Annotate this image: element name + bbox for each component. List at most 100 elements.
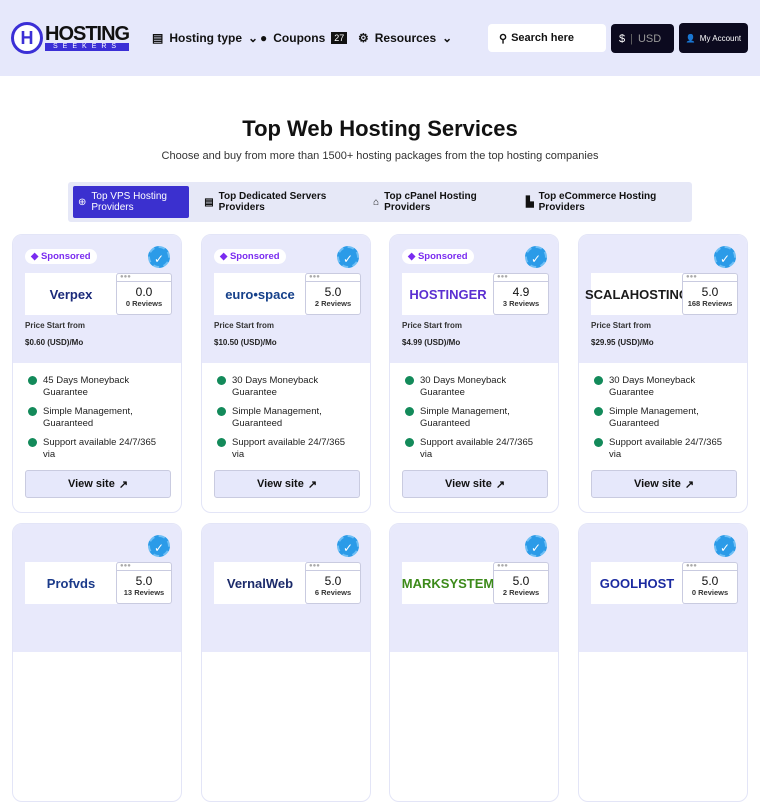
price-value: $0.60 (USD)/Mo [25,338,84,347]
external-link-icon: ↗ [118,478,129,491]
provider-logo[interactable]: Verpex [25,273,117,315]
window-dots-icon: ●●● [306,274,360,282]
feature-item: Support available 24/7/365 via [594,437,735,461]
rating-value: 5.0 [701,285,719,299]
provider-logo-text: GOOLHOST [599,575,675,591]
external-link-icon: ↗ [307,478,318,491]
feature-item: Simple Management, Guaranteed [594,406,735,430]
feature-item: Support available 24/7/365 via [405,437,546,461]
check-dot-icon [405,376,414,385]
review-count[interactable]: 0 Reviews [117,299,171,308]
rating-box: ●●● 5.0 0 Reviews [682,562,738,604]
rating-box: ●●● 5.0 6 Reviews [305,562,361,604]
feature-item: Simple Management, Guaranteed [217,406,358,430]
rating-value: 0.0 [135,285,153,299]
feature-text: Support available 24/7/365 via [232,437,346,460]
window-dots-icon: ●●● [683,274,737,282]
tab-label: Top eCommerce Hosting Providers [538,191,657,213]
provider-logo[interactable]: MARKSYSTEM [402,562,494,604]
review-count[interactable]: 3 Reviews [494,299,548,308]
check-dot-icon [28,407,37,416]
card-header: ✓ MARKSYSTEM ●●● 5.0 2 Reviews [390,524,558,652]
rating-box: ●●● 5.0 2 Reviews [493,562,549,604]
external-link-icon: ↗ [684,478,695,491]
sponsored-label: Sponsored [417,251,468,262]
price-label: Price Start from [402,321,463,330]
tab-label: Top VPS Hosting Providers [91,191,167,213]
provider-logo[interactable]: HOSTINGER [402,273,494,315]
verified-badge-icon: ✓ [337,535,359,557]
tab-label: Top Dedicated Servers Providers [218,191,327,213]
feature-item: 30 Days Moneyback Guarantee [594,375,735,399]
coupon-count-badge: 27 [331,32,348,44]
house-icon: ⌂ [373,196,380,208]
card-header: ◆ Sponsored ✓ euro•space ●●● 5.0 2 Reviews… [202,235,370,363]
nav-resources[interactable]: ⚙ Resources ⌄ [358,31,452,45]
window-dots-icon: ●●● [306,563,360,571]
view-site-button[interactable]: View site ↗ [214,470,360,498]
window-dots-icon: ●●● [117,563,171,571]
view-site-button[interactable]: View site ↗ [402,470,548,498]
globe-icon: ⊕ [78,196,87,208]
card-header: ✓ Profvds ●●● 5.0 13 Reviews [13,524,181,652]
check-dot-icon [405,407,414,416]
logo-subtext: SEEKERS [45,43,130,51]
currency-selector[interactable]: $ | USD [611,24,674,53]
verified-badge-icon: ✓ [148,535,170,557]
feature-item: 45 Days Moneyback Guarantee [28,375,169,399]
my-account-button[interactable]: 👤 My Account [679,23,748,53]
hosting-card: ✓ SCALAHOSTING ●●● 5.0 168 Reviews Price S… [578,234,748,513]
price-label: Price Start from [591,321,652,330]
provider-logo[interactable]: euro•space [214,273,306,315]
provider-logo[interactable]: SCALAHOSTING [585,273,689,315]
check-dot-icon [28,438,37,447]
card-header: ✓ SCALAHOSTING ●●● 5.0 168 Reviews Price S… [579,235,747,363]
provider-logo-text: MARKSYSTEM [401,575,495,591]
rating-value: 5.0 [324,574,342,588]
provider-logo[interactable]: GOOLHOST [591,562,683,604]
feature-text: Simple Management, Guaranteed [609,406,699,429]
review-count[interactable]: 168 Reviews [683,299,737,308]
provider-logo[interactable]: Profvds [25,562,117,604]
rating-value: 5.0 [135,574,153,588]
price-label: Price Start from [25,321,86,330]
page-title: Top Web Hosting Services [242,116,518,141]
nav-coupons[interactable]: ● Coupons 27 [260,31,348,45]
review-count[interactable]: 2 Reviews [306,299,360,308]
tab-ecommerce[interactable]: ▙ Top eCommerce Hosting Providers [521,186,687,218]
search-input[interactable]: ⚲ Search here [488,24,606,52]
tab-cpanel[interactable]: ⌂ Top cPanel Hosting Providers [368,186,511,218]
server-icon: ▤ [204,196,214,208]
search-placeholder: Search here [511,32,575,44]
view-site-label: View site [256,478,304,490]
provider-logo-text: euro•space [225,286,295,302]
provider-logo-text: Profvds [46,575,96,591]
view-site-button[interactable]: View site ↗ [25,470,171,498]
nav-hosting-type[interactable]: ▤ Hosting type ⌄ [152,31,258,45]
card-header: ◆ Sponsored ✓ HOSTINGER ●●● 4.9 3 Reviews … [390,235,558,363]
feature-text: Support available 24/7/365 via [43,437,157,460]
hosting-seekers-logo[interactable]: HOSTINGSEEKERS [11,22,130,54]
rating-value: 5.0 [324,285,342,299]
nav-label: Hosting type [169,31,243,45]
tab-label: Top cPanel Hosting Providers [384,191,477,213]
hosting-card: ◆ Sponsored ✓ HOSTINGER ●●● 4.9 3 Reviews … [389,234,559,513]
site-header: HOSTINGSEEKERS ▤ Hosting type ⌄ ● Coupons 27… [0,0,760,76]
tab-dedicated[interactable]: ▤ Top Dedicated Servers Providers [199,186,358,218]
check-dot-icon [594,376,603,385]
review-count[interactable]: 2 Reviews [494,588,548,597]
sponsored-label: Sponsored [229,251,280,262]
tab-vps[interactable]: ⊕ Top VPS Hosting Providers [73,186,190,218]
hosting-card: ✓ Profvds ●●● 5.0 13 Reviews [12,523,182,802]
rating-value: 5.0 [512,574,530,588]
review-count[interactable]: 6 Reviews [306,588,360,597]
review-count[interactable]: 13 Reviews [117,588,171,597]
check-dot-icon [594,407,603,416]
review-count[interactable]: 0 Reviews [683,588,737,597]
view-site-button[interactable]: View site ↗ [591,470,737,498]
sponsored-badge: ◆ Sponsored [402,249,474,264]
window-dots-icon: ●●● [683,563,737,571]
provider-logo[interactable]: VernalWeb [214,562,306,604]
gear-icon: ⚙ [358,31,369,45]
external-link-icon: ↗ [495,478,506,491]
